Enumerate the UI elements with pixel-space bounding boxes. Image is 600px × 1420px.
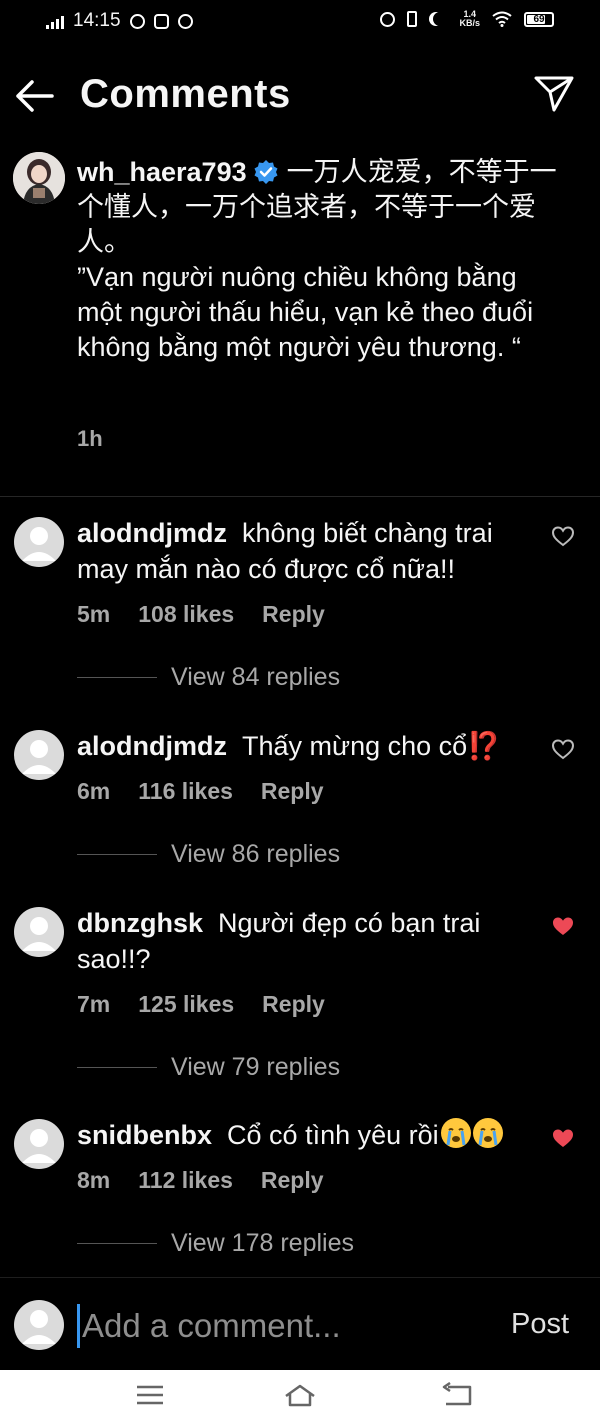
paper-plane-icon[interactable] <box>532 72 576 116</box>
comment-body: snidbenbx Cổ có tình yêu rồi <box>77 1117 545 1153</box>
status-bar: 14:15 1.4 KB/s 69 <box>0 0 600 46</box>
heart-filled-icon[interactable] <box>551 915 575 937</box>
default-avatar-icon <box>22 740 56 774</box>
back-arrow-icon[interactable] <box>12 76 56 116</box>
default-avatar-icon <box>22 1129 56 1163</box>
net-speed-unit: KB/s <box>459 18 480 28</box>
comment-composer: Post <box>0 1277 600 1371</box>
author-avatar-image <box>13 152 65 204</box>
view-replies-label: View 86 replies <box>171 840 341 868</box>
default-avatar-icon <box>22 527 56 561</box>
crying-face-emoji <box>440 1118 471 1148</box>
my-avatar <box>14 1300 64 1350</box>
home-icon[interactable] <box>283 1382 317 1408</box>
heart-outline-icon[interactable] <box>551 525 575 547</box>
post-button[interactable]: Post <box>511 1308 569 1341</box>
reply-button[interactable]: Reply <box>262 991 325 1018</box>
view-replies-button[interactable]: View 84 replies <box>77 663 340 692</box>
vibrate-icon <box>407 11 418 27</box>
system-nav-bar <box>0 1370 600 1420</box>
wifi-icon <box>492 11 512 27</box>
commenter-avatar[interactable] <box>14 907 64 957</box>
comment-body: alodndjmdz không biết chàng trai may mắn… <box>77 515 545 587</box>
page-title: Comments <box>80 72 291 116</box>
comment-likes[interactable]: 108 likes <box>138 601 234 628</box>
commenter-username[interactable]: alodndjmdz <box>77 731 227 761</box>
crying-face-emoji <box>472 1118 503 1148</box>
alarm-icon <box>380 11 396 27</box>
post-caption: wh_haera793 一万人宠爱，不等于一个懂人，一万个追求者，不等于一个爱人。… <box>77 155 567 365</box>
reply-button[interactable]: Reply <box>261 778 324 805</box>
view-replies-label: View 79 replies <box>171 1053 341 1081</box>
reply-button[interactable]: Reply <box>262 601 325 628</box>
comment-time: 8m <box>77 1167 111 1193</box>
verified-badge-icon <box>254 160 278 184</box>
comment-input[interactable] <box>77 1304 482 1348</box>
comment-time: 6m <box>77 778 111 804</box>
app-notification-icon <box>129 13 145 29</box>
replies-line <box>77 677 157 678</box>
commenter-avatar[interactable] <box>14 730 64 780</box>
commenter-avatar[interactable] <box>14 1119 64 1169</box>
comment-body: dbnzghsk Người đẹp có bạn trai sao!!? <box>77 905 545 977</box>
author-avatar[interactable] <box>13 152 65 204</box>
moon-icon <box>433 12 447 26</box>
status-right: 1.4 KB/s 69 <box>380 10 554 28</box>
net-speed: 1.4 KB/s <box>459 10 480 28</box>
caption-divider <box>0 496 600 497</box>
comment-time: 5m <box>77 601 111 627</box>
default-avatar-icon <box>22 1310 56 1344</box>
caption-username[interactable]: wh_haera793 <box>77 157 247 187</box>
commenter-avatar[interactable] <box>14 517 64 567</box>
signal-icon <box>46 13 64 29</box>
view-replies-button[interactable]: View 86 replies <box>77 840 340 869</box>
commenter-username[interactable]: dbnzghsk <box>77 908 203 938</box>
default-avatar-icon <box>22 917 56 951</box>
replies-line <box>77 854 157 855</box>
caption-text-vietnamese: ”Vạn người nuông chiều không bằng một ng… <box>77 262 534 362</box>
comment-meta: 8m 112 likes Reply <box>77 1167 324 1194</box>
replies-line <box>77 1243 157 1244</box>
comment-body: alodndjmdz Thấy mừng cho cổ⁉️ <box>77 728 545 764</box>
status-left: 14:15 <box>46 10 193 32</box>
comment-likes[interactable]: 116 likes <box>138 778 233 805</box>
view-replies-button[interactable]: View 178 replies <box>77 1229 354 1258</box>
comment-likes[interactable]: 125 likes <box>138 991 234 1018</box>
comments-header: Comments <box>0 60 600 132</box>
heart-filled-icon[interactable] <box>551 1127 575 1149</box>
replies-line <box>77 1067 157 1068</box>
commenter-username[interactable]: alodndjmdz <box>77 518 227 548</box>
view-replies-label: View 178 replies <box>171 1229 354 1257</box>
comment-likes[interactable]: 112 likes <box>138 1167 233 1194</box>
facebook-notification-icon <box>177 13 193 29</box>
back-nav-icon[interactable] <box>440 1382 474 1408</box>
commenter-username[interactable]: snidbenbx <box>77 1120 212 1150</box>
comment-time: 7m <box>77 991 111 1017</box>
reply-button[interactable]: Reply <box>261 1167 324 1194</box>
view-replies-button[interactable]: View 79 replies <box>77 1053 340 1082</box>
menu-icon[interactable] <box>133 1382 167 1408</box>
heart-outline-icon[interactable] <box>551 738 575 760</box>
battery-icon: 69 <box>524 11 554 27</box>
comment-meta: 6m 116 likes Reply <box>77 778 324 805</box>
zalo-notification-icon <box>153 13 169 29</box>
comment-meta: 7m 125 likes Reply <box>77 991 325 1018</box>
status-time: 14:15 <box>73 10 121 31</box>
comment-text: Cổ có tình yêu rồi <box>227 1120 439 1150</box>
comment-text: Thấy mừng cho cổ⁉️ <box>242 731 501 761</box>
comment-meta: 5m 108 likes Reply <box>77 601 325 628</box>
caption-time: 1h <box>77 426 103 451</box>
battery-percent: 69 <box>533 13 545 25</box>
view-replies-label: View 84 replies <box>171 663 341 691</box>
